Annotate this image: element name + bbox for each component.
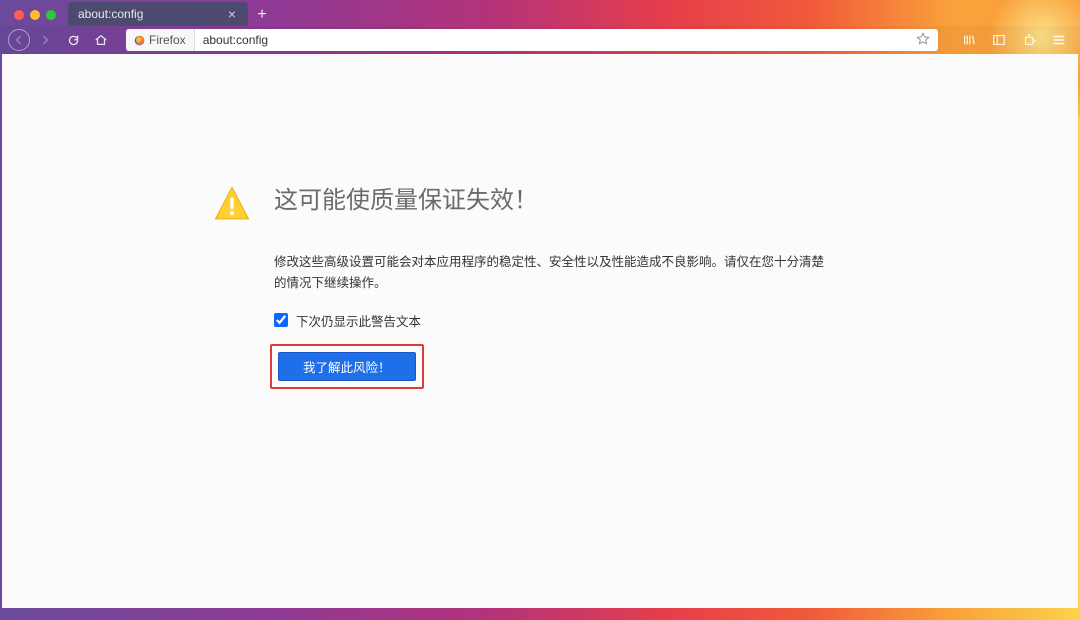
star-icon (916, 32, 930, 46)
reload-icon (67, 34, 80, 47)
tab-close-button[interactable]: × (224, 6, 240, 22)
tab-about-config[interactable]: about:config × (68, 2, 248, 26)
show-warning-checkbox[interactable]: 下次仍显示此警告文本 (274, 311, 832, 330)
home-button[interactable] (88, 29, 114, 51)
reload-button[interactable] (60, 29, 86, 51)
content-area: 这可能使质量保证失效！ 修改这些高级设置可能会对本应用程序的稳定性、安全性以及性… (2, 54, 1078, 608)
identity-label: Firefox (149, 33, 186, 47)
puzzle-icon (1022, 33, 1036, 47)
home-icon (94, 33, 108, 47)
window-traffic-lights (8, 10, 66, 26)
menu-button[interactable] (1046, 29, 1072, 51)
sidebar-icon (992, 33, 1006, 47)
checkbox-label: 下次仍显示此警告文本 (296, 311, 421, 330)
library-icon (962, 33, 976, 47)
toolbar: Firefox about:config (0, 26, 1080, 54)
window-minimize-button[interactable] (30, 10, 40, 20)
addons-button[interactable] (1016, 29, 1042, 51)
library-button[interactable] (956, 29, 982, 51)
tab-title: about:config (78, 7, 143, 21)
window-close-button[interactable] (14, 10, 24, 20)
accept-highlight: 我了解此风险！ (270, 344, 424, 389)
warning-body: 修改这些高级设置可能会对本应用程序的稳定性、安全性以及性能造成不良影响。请仅在您… (274, 252, 832, 295)
back-button[interactable] (8, 29, 30, 51)
url-text: about:config (195, 33, 908, 47)
firefox-icon (134, 35, 145, 46)
window-zoom-button[interactable] (46, 10, 56, 20)
forward-button[interactable] (32, 29, 58, 51)
toolbar-right (946, 29, 1072, 51)
arrow-left-icon (13, 34, 25, 46)
about-config-warning: 这可能使质量保证失效！ 修改这些高级设置可能会对本应用程序的稳定性、安全性以及性… (212, 184, 832, 389)
tab-strip: about:config × + (0, 0, 1080, 26)
show-warning-checkbox-input[interactable] (274, 313, 288, 327)
bookmark-star-button[interactable] (908, 32, 938, 49)
hamburger-icon (1052, 33, 1066, 47)
arrow-right-icon (39, 34, 51, 46)
sidebar-button[interactable] (986, 29, 1012, 51)
url-bar[interactable]: Firefox about:config (126, 29, 938, 51)
warning-title: 这可能使质量保证失效！ (274, 184, 538, 218)
warning-triangle-icon (212, 184, 252, 224)
new-tab-button[interactable]: + (250, 4, 274, 26)
site-identity[interactable]: Firefox (126, 29, 195, 51)
accept-risk-button[interactable]: 我了解此风险！ (278, 352, 416, 381)
